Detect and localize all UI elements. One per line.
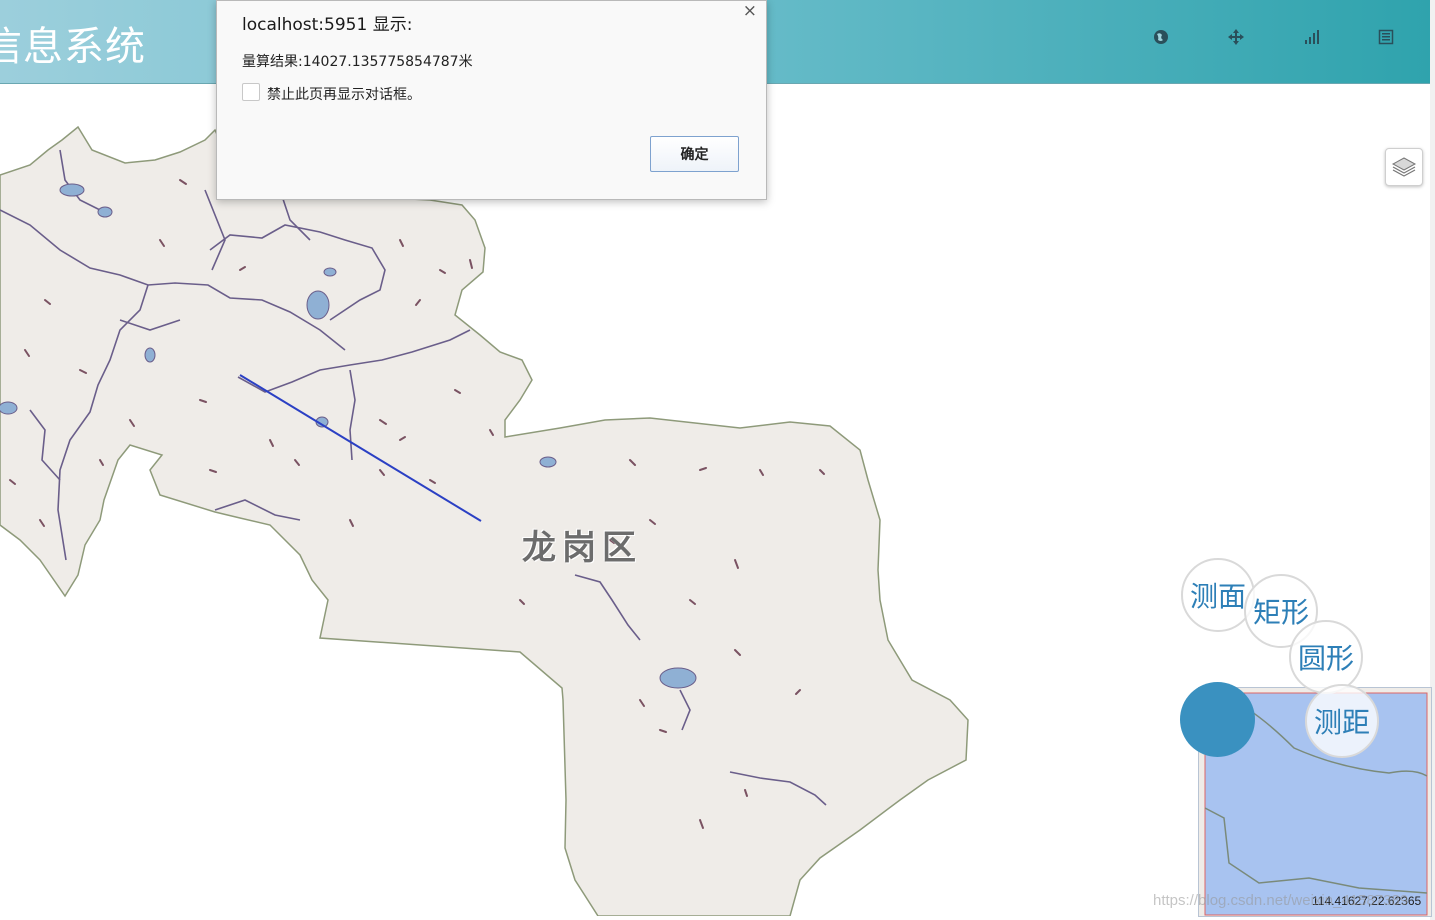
district-label: 龙岗区 xyxy=(522,528,642,568)
measure-area-button[interactable]: 测面 xyxy=(1181,558,1255,632)
move-icon[interactable] xyxy=(1225,26,1247,48)
measure-distance-button[interactable]: 测距 xyxy=(1305,684,1379,758)
signal-icon[interactable] xyxy=(1300,26,1322,48)
layers-icon xyxy=(1391,157,1417,177)
suppress-dialogs-checkbox[interactable] xyxy=(242,83,260,101)
dialog-title: localhost:5951 显示: xyxy=(242,15,413,35)
close-icon[interactable]: × xyxy=(743,1,757,21)
measure-circle-button[interactable]: 圆形 xyxy=(1289,620,1363,694)
app-title: 信息系统 xyxy=(0,24,146,70)
district-polygon xyxy=(0,125,969,916)
suppress-dialogs-label: 禁止此页再显示对话框。 xyxy=(267,87,421,103)
globe-icon[interactable] xyxy=(1150,26,1172,48)
layers-button[interactable] xyxy=(1385,148,1423,186)
list-icon[interactable] xyxy=(1375,26,1397,48)
alert-dialog: localhost:5951 显示: × 量算结果:14027.13577585… xyxy=(216,0,767,200)
ok-button[interactable]: 确定 xyxy=(650,136,739,172)
watermark: https://blog.csdn.net/weixin_41587389 xyxy=(1153,892,1409,909)
dialog-message: 量算结果:14027.135775854787米 xyxy=(242,54,473,70)
measure-menu-fab[interactable] xyxy=(1180,682,1255,757)
